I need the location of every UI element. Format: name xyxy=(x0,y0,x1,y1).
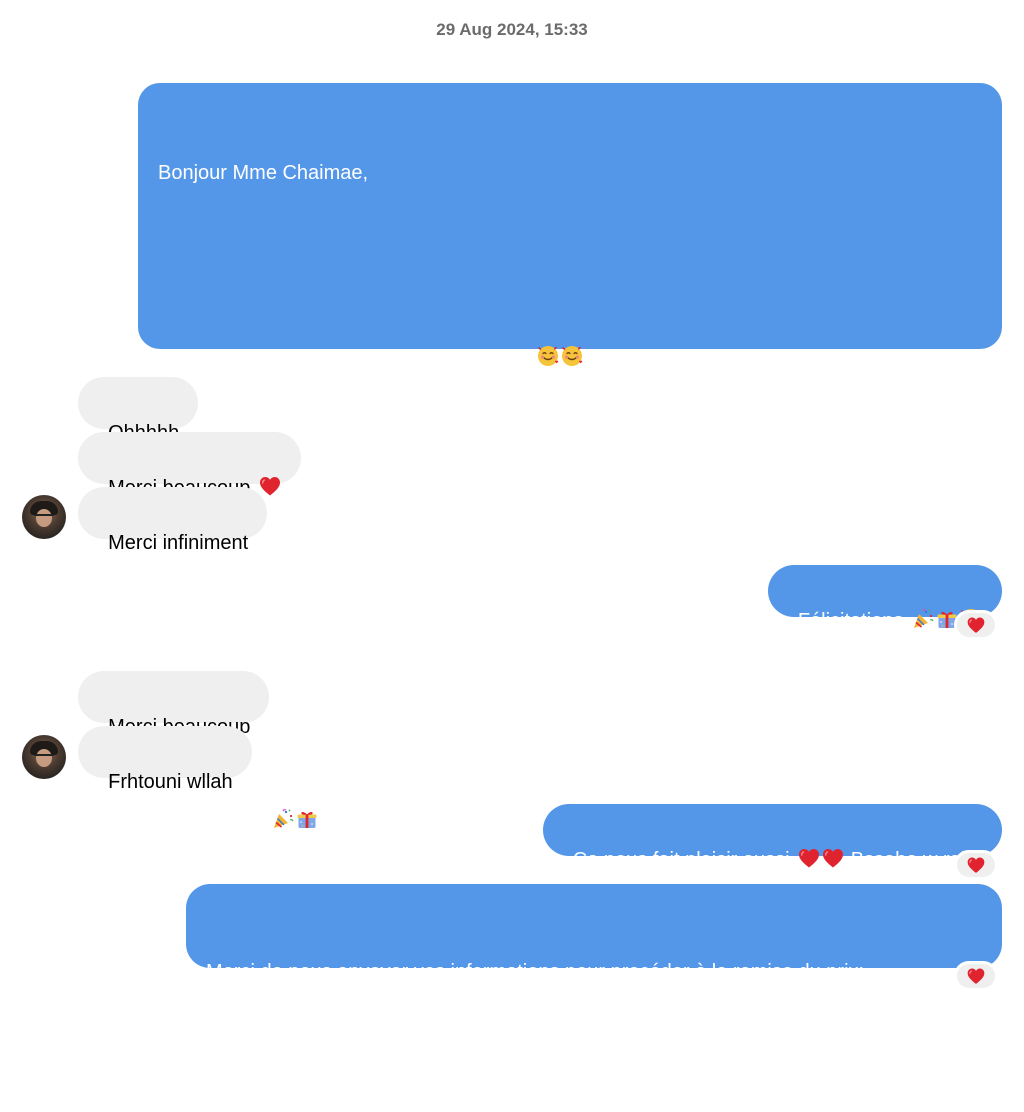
message-line: Merci de nous envoyer vos informations p… xyxy=(206,961,865,983)
avatar[interactable] xyxy=(22,735,66,779)
message-text: Ça nous fait plaisir aussi xyxy=(572,849,790,871)
heart-icon xyxy=(258,474,282,498)
message-text: Frhtouni wllah xyxy=(108,771,233,793)
heart-icon xyxy=(966,966,986,986)
message-line: Nom et Prénom, Adresse complète, email e… xyxy=(206,1054,792,1076)
heart-reaction[interactable] xyxy=(954,961,998,991)
message-text: Félicitations xyxy=(797,610,904,632)
heart-icon xyxy=(966,855,986,875)
message-line xyxy=(158,251,982,281)
message-text: Merci infiniment xyxy=(108,532,249,554)
message-line: Un bon d’achat de 1000dhs de fournitures… xyxy=(158,532,844,554)
heart-reaction[interactable] xyxy=(954,850,998,880)
message-line: Bonjour Mme Chaimae, xyxy=(158,162,369,184)
heart-icon xyxy=(821,846,845,870)
heart-icon xyxy=(966,615,986,635)
heart-reaction[interactable] xyxy=(954,610,998,640)
smiling-face-with-hearts-icon xyxy=(560,344,584,368)
smiling-face-with-hearts-icon xyxy=(536,344,560,368)
party-popper-icon xyxy=(271,807,295,831)
incoming-message-bubble[interactable]: Merci infiniment xyxy=(78,487,268,554)
heart-icon xyxy=(797,846,821,870)
message-line: Vous êtes la gagnante de notre Giveaway xyxy=(158,343,982,374)
avatar[interactable] xyxy=(22,495,66,539)
party-popper-icon xyxy=(911,607,935,631)
outgoing-message-bubble[interactable]: Merci de nous envoyer vos informations p… xyxy=(186,884,1002,1076)
incoming-message-bubble[interactable]: Ohhhhh xyxy=(78,377,199,444)
outgoing-message-bubble[interactable]: Ça nous fait plaisir aussi Bssaha w raha xyxy=(542,804,1002,871)
outgoing-message-bubble[interactable]: Bonjour Mme Chaimae, Vous êtes la gagnan… xyxy=(138,83,1002,832)
incoming-message-bubble[interactable]: Merci beaucoup xyxy=(78,432,301,499)
incoming-message-bubble[interactable]: Frhtouni wllah xyxy=(78,726,252,793)
timestamp: 29 Aug 2024, 15:33 xyxy=(436,20,588,39)
gift-icon xyxy=(295,807,319,831)
message-line xyxy=(158,714,982,744)
incoming-message-bubble[interactable]: Merci beaucoup xyxy=(78,671,270,738)
